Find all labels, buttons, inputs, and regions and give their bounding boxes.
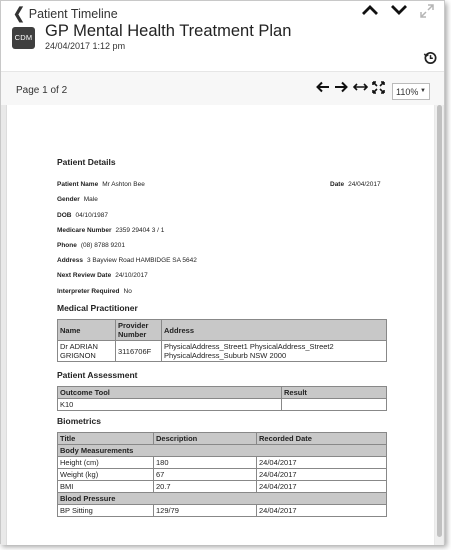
table-row: BMI 20.7 24/04/2017 <box>57 480 387 493</box>
result-cell <box>281 398 387 411</box>
group-row: Blood Pressure <box>57 492 387 505</box>
cell-title: Height (cm) <box>57 456 154 469</box>
assessment-table: Outcome Tool Result K10 <box>57 386 387 411</box>
document-datetime: 24/04/2017 1:12 pm <box>45 41 126 51</box>
fit-width-icon[interactable] <box>353 81 368 93</box>
table-header-row: Outcome Tool Result <box>57 386 387 399</box>
biometrics-table: Title Description Recorded Date Body Mea… <box>57 432 387 517</box>
cell-description: 180 <box>153 456 257 469</box>
column-header-provider: Provider Number <box>115 319 162 341</box>
back-link[interactable]: ❮ Patient Timeline <box>13 4 118 22</box>
arrow-left-icon[interactable] <box>316 81 330 93</box>
caret-down-icon: ▼ <box>420 88 426 94</box>
zoom-select[interactable]: 110% ▼ <box>392 83 430 100</box>
chevron-left-icon: ❮ <box>13 4 25 22</box>
cell-description: 20.7 <box>153 480 257 493</box>
page-title: GP Mental Health Treatment Plan <box>45 22 292 40</box>
section-heading-medical-practitioner: Medical Practitioner <box>57 303 138 313</box>
column-header-recorded-date: Recorded Date <box>256 432 387 445</box>
cell-title: BP Sitting <box>57 504 154 517</box>
zoom-value: 110% <box>396 86 419 97</box>
column-header-address: Address <box>161 319 387 341</box>
column-header-result: Result <box>281 386 387 399</box>
table-row: BP Sitting 129/79 24/04/2017 <box>57 504 387 517</box>
practitioner-name: Dr ADRIAN GRIGNON <box>57 340 116 362</box>
dob-row: DOB 04/10/1987 <box>57 212 108 219</box>
section-heading-patient-assessment: Patient Assessment <box>57 370 138 380</box>
fit-page-icon[interactable] <box>372 81 385 94</box>
chevron-up-icon[interactable] <box>361 3 379 17</box>
cell-date: 24/04/2017 <box>256 468 387 481</box>
column-header-title: Title <box>57 432 154 445</box>
cell-description: 129/79 <box>153 504 257 517</box>
review-date-row: Next Review Date 24/10/2017 <box>57 272 148 279</box>
date-row: Date 24/04/2017 <box>330 181 381 188</box>
column-header-name: Name <box>57 319 116 341</box>
cell-title: BMI <box>57 480 154 493</box>
cell-description: 67 <box>153 468 257 481</box>
scrollbar-thumb[interactable] <box>437 105 442 537</box>
cell-date: 24/04/2017 <box>256 480 387 493</box>
back-link-label: Patient Timeline <box>28 6 118 21</box>
phone-row: Phone (08) 8788 9201 <box>57 242 125 249</box>
cell-date: 24/04/2017 <box>256 456 387 469</box>
cell-date: 24/04/2017 <box>256 504 387 517</box>
page-indicator: Page 1 of 2 <box>16 85 68 96</box>
table-header-row: Name Provider Number Address <box>57 319 387 341</box>
provider-number: 3116706F <box>115 340 162 362</box>
medicare-row: Medicare Number 2359 29404 3 / 1 <box>57 227 165 234</box>
address-row: Address 3 Bayview Road HAMBIDGE SA 5642 <box>57 257 197 264</box>
table-row: Height (cm) 180 24/04/2017 <box>57 456 387 469</box>
cdm-badge: CDM <box>12 27 35 49</box>
column-header-description: Description <box>153 432 257 445</box>
table-row: Weight (kg) 67 24/04/2017 <box>57 468 387 481</box>
gender-row: Gender Male <box>57 196 98 203</box>
group-row: Body Measurements <box>57 444 387 457</box>
practitioner-address: PhysicalAddress_Street1 PhysicalAddress_… <box>161 340 387 362</box>
group-body-measurements: Body Measurements <box>57 444 387 457</box>
header: ❮ Patient Timeline CDM GP Mental Health … <box>1 1 444 71</box>
pdf-viewer: Patient Details Patient Name Mr Ashton Be… <box>1 105 444 545</box>
outcome-tool-cell: K10 <box>57 398 282 411</box>
arrow-right-icon[interactable] <box>334 81 348 93</box>
table-row: K10 <box>57 398 387 411</box>
group-blood-pressure: Blood Pressure <box>57 492 387 505</box>
chevron-down-icon[interactable] <box>390 3 408 17</box>
section-heading-patient-details: Patient Details <box>57 157 116 167</box>
column-header-outcome-tool: Outcome Tool <box>57 386 282 399</box>
section-heading-biometrics: Biometrics <box>57 416 101 426</box>
interpreter-row: Interpreter Required No <box>57 288 132 295</box>
patient-name-row: Patient Name Mr Ashton Bee <box>57 181 145 188</box>
history-icon[interactable] <box>423 50 438 65</box>
table-row: Dr ADRIAN GRIGNON 3116706F PhysicalAddre… <box>57 340 387 362</box>
expand-icon[interactable] <box>419 3 435 19</box>
document-viewer-window: ❮ Patient Timeline CDM GP Mental Health … <box>0 0 445 545</box>
cell-title: Weight (kg) <box>57 468 154 481</box>
pdf-page: Patient Details Patient Name Mr Ashton Be… <box>6 105 434 545</box>
table-header-row: Title Description Recorded Date <box>57 432 387 445</box>
pdf-toolbar: Page 1 of 2 110% ▼ <box>1 71 444 105</box>
practitioner-table: Name Provider Number Address Dr ADRIAN G… <box>57 319 387 362</box>
